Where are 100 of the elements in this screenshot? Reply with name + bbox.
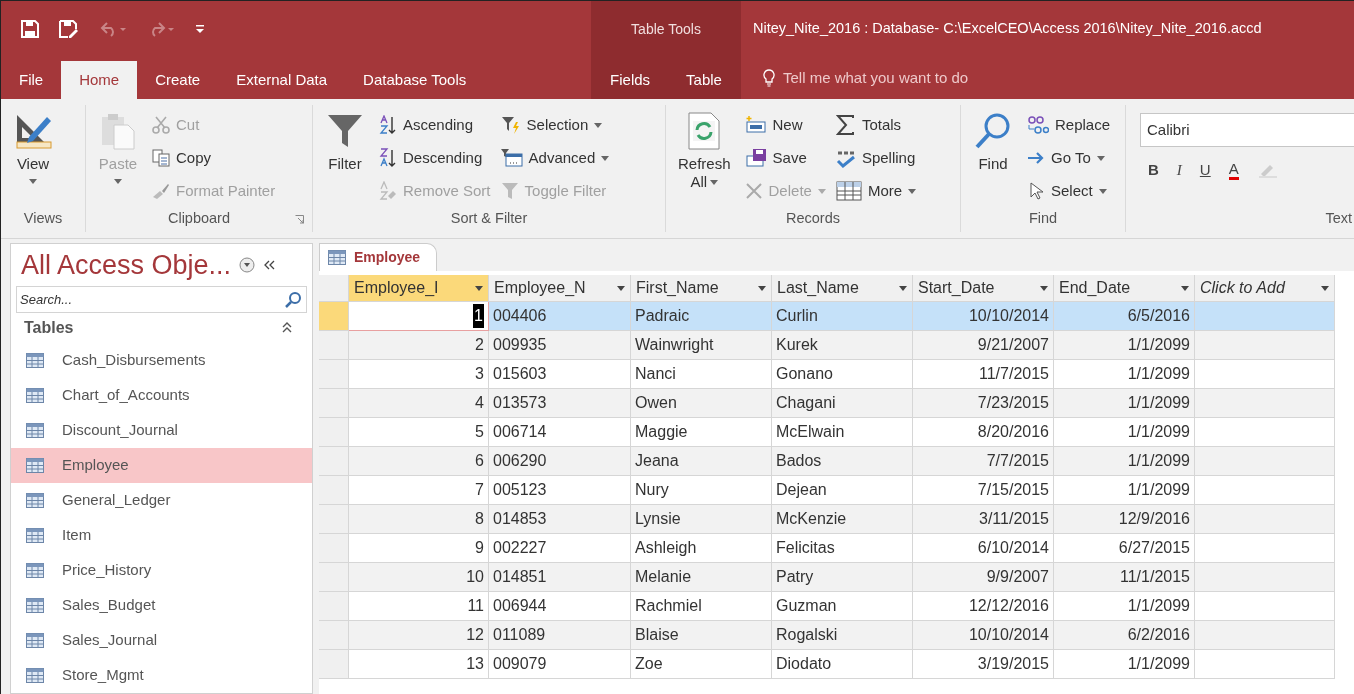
column-header[interactable]: Last_Name xyxy=(772,275,913,302)
nav-item[interactable]: Sales_Budget xyxy=(11,588,312,623)
large-ribbon-button[interactable]: Find xyxy=(969,111,1017,173)
save-as-icon[interactable] xyxy=(59,20,79,38)
ribbon-button[interactable]: Go To xyxy=(1027,146,1111,170)
ribbon-button[interactable]: New xyxy=(744,113,826,137)
ribbon-button[interactable]: Save xyxy=(744,146,826,170)
ribbon-tab[interactable]: Create xyxy=(137,61,219,99)
highlight-icon[interactable] xyxy=(1256,162,1279,179)
ribbon-button[interactable]: More xyxy=(835,179,917,203)
collapse-pane-icon[interactable] xyxy=(263,259,276,271)
ribbon-button[interactable]: Selection xyxy=(500,113,610,137)
ribbon-tab[interactable]: Home xyxy=(61,61,138,99)
table-icon xyxy=(26,633,44,648)
document-tab[interactable]: Employee xyxy=(319,243,438,271)
record-selector[interactable] xyxy=(319,447,349,476)
search-field[interactable]: Search... xyxy=(16,286,307,313)
table-cell: Dejean xyxy=(772,476,913,505)
large-ribbon-button[interactable]: View xyxy=(9,111,57,184)
table-cell: 006290 xyxy=(489,447,631,476)
large-ribbon-button[interactable]: Filter xyxy=(321,111,369,173)
nav-item[interactable]: Price_History xyxy=(11,553,312,588)
table-cell: McElwain xyxy=(772,418,913,447)
nav-item[interactable]: Cash_Disbursements xyxy=(11,343,312,378)
record-selector[interactable] xyxy=(319,534,349,563)
nav-item[interactable]: Item xyxy=(11,518,312,553)
record-selector[interactable] xyxy=(319,302,349,331)
tell-me-field[interactable]: Tell me what you want to do xyxy=(783,66,969,90)
table-cell: 2 xyxy=(349,331,489,360)
record-selector[interactable] xyxy=(319,360,349,389)
record-selector[interactable] xyxy=(319,563,349,592)
caret-icon xyxy=(601,155,610,161)
table-cell: Felicitas xyxy=(772,534,913,563)
format-button[interactable]: A xyxy=(1228,160,1239,180)
table-cell: 014851 xyxy=(489,563,631,592)
nav-item[interactable]: Chart_of_Accounts xyxy=(11,378,312,413)
dialog-launcher-icon[interactable] xyxy=(295,215,304,224)
nav-item[interactable]: Store_Mgmt xyxy=(11,658,312,693)
dropdown-circle-icon[interactable] xyxy=(239,257,256,273)
ribbon-tab[interactable]: File xyxy=(1,61,62,99)
nav-item[interactable]: Employee xyxy=(11,448,312,483)
ribbon-tab[interactable]: Fields xyxy=(592,61,669,99)
table-cell: Blaise xyxy=(631,621,772,650)
ribbon-button[interactable]: Replace xyxy=(1027,113,1111,137)
lightbulb-icon xyxy=(763,69,775,87)
format-button[interactable]: B xyxy=(1148,159,1159,182)
table-icon xyxy=(328,250,346,265)
record-selector[interactable] xyxy=(319,389,349,418)
save-icon[interactable] xyxy=(21,20,39,38)
table-cell: Rachmiel xyxy=(631,592,772,621)
column-header[interactable]: Start_Date xyxy=(913,275,1054,302)
table-cell: 009079 xyxy=(489,650,631,679)
group-label: Text xyxy=(1325,209,1352,229)
column-header[interactable]: End_Date xyxy=(1054,275,1195,302)
ribbon-button[interactable]: Select xyxy=(1027,179,1111,203)
record-selector[interactable] xyxy=(319,592,349,621)
record-selector[interactable] xyxy=(319,505,349,534)
ribbon-button[interactable]: Descending xyxy=(379,146,491,170)
button-label: Refresh xyxy=(678,155,731,173)
record-selector[interactable] xyxy=(319,476,349,505)
refresh-page-icon xyxy=(686,111,723,151)
undo-icon[interactable] xyxy=(99,21,127,37)
table-icon xyxy=(26,388,44,403)
ribbon-button[interactable]: Copy xyxy=(152,146,276,170)
ribbon-tab[interactable]: External Data xyxy=(218,61,346,99)
button-label: View xyxy=(16,155,50,173)
column-header[interactable]: Click to Add xyxy=(1195,275,1335,302)
record-selector[interactable] xyxy=(319,418,349,447)
format-button[interactable]: U xyxy=(1199,159,1211,182)
table-cell: 006944 xyxy=(489,592,631,621)
font-name-combo[interactable]: Calibri xyxy=(1140,113,1354,147)
record-selector[interactable] xyxy=(319,331,349,360)
ribbon-button[interactable]: Advanced xyxy=(500,146,610,170)
large-ribbon-button[interactable]: Refresh All xyxy=(674,111,735,191)
table-cell: 3/19/2015 xyxy=(913,650,1054,679)
table-cell: 002227 xyxy=(489,534,631,563)
table-cell: 015603 xyxy=(489,360,631,389)
ribbon-button[interactable]: Ascending xyxy=(379,113,491,137)
table-cell: 013573 xyxy=(489,389,631,418)
table-cell: 7/7/2015 xyxy=(913,447,1054,476)
column-header[interactable]: Employee_I xyxy=(349,275,489,302)
ribbon-tab[interactable]: Table xyxy=(668,61,740,99)
column-header[interactable]: Employee_N xyxy=(489,275,631,302)
ribbon-tab[interactable]: Database Tools xyxy=(345,61,485,99)
scissors-icon xyxy=(152,116,170,134)
table-cell: 11/7/2015 xyxy=(913,360,1054,389)
nav-item[interactable]: Sales_Journal xyxy=(11,623,312,658)
editing-cell[interactable]: 1 xyxy=(349,302,489,331)
nav-item[interactable]: Discount_Journal xyxy=(11,413,312,448)
ribbon-button[interactable]: Totals xyxy=(835,113,917,137)
table-cell: 1/1/2099 xyxy=(1054,650,1195,679)
column-header[interactable]: First_Name xyxy=(631,275,772,302)
select-all-corner[interactable] xyxy=(319,275,349,302)
collapse-section-icon[interactable] xyxy=(282,322,292,334)
record-selector[interactable] xyxy=(319,650,349,679)
nav-item[interactable]: General_Ledger xyxy=(11,483,312,518)
ribbon-button[interactable]: Spelling xyxy=(835,146,917,170)
customize-toolbar-icon[interactable] xyxy=(195,24,205,34)
format-button[interactable]: I xyxy=(1176,159,1182,182)
record-selector[interactable] xyxy=(319,621,349,650)
